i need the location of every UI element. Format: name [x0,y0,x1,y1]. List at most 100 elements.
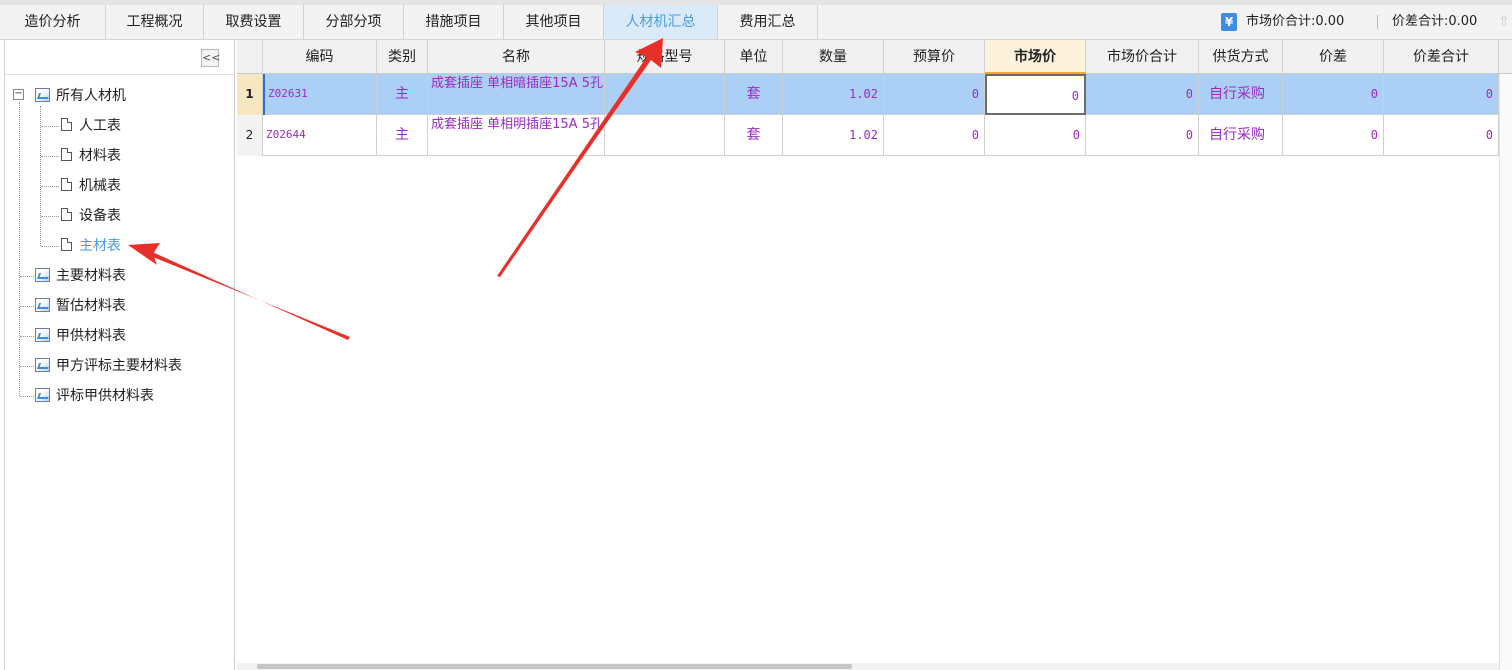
cell-spec[interactable] [605,115,725,156]
tree-connector [40,106,41,246]
header-corner [237,40,263,74]
horizontal-scrollbar[interactable] [237,663,1499,670]
tree-connector [20,306,34,307]
tree-item-provisional-materials[interactable]: 暂估材料表 [35,295,126,317]
tree-item-material[interactable]: 材料表 [61,145,121,167]
header-diff-total[interactable]: 价差合计 [1384,40,1499,74]
tree-item-label: 主材表 [79,238,121,254]
cell-price-diff[interactable]: 0 [1283,115,1384,156]
tab-fee-summary[interactable]: 费用汇总 [718,5,818,39]
header-market-price[interactable]: 市场价 [985,40,1086,74]
cell-price-diff[interactable]: 0 [1283,74,1384,115]
cell-market-total[interactable]: 0 [1086,115,1199,156]
cell-spec[interactable] [605,74,725,115]
page-icon [61,208,72,221]
market-price-total: 市场价合计:0.00 [1246,14,1345,29]
row-number[interactable]: 2 [237,115,263,156]
tree-item-key-materials[interactable]: 主要材料表 [35,265,126,287]
header-budget-price[interactable]: 预算价 [884,40,985,74]
collapse-panel-button[interactable]: << [201,49,220,67]
header-supply-method[interactable]: 供货方式 [1199,40,1283,74]
header-category[interactable]: 类别 [377,40,428,74]
tree-item-main-material[interactable]: 主材表 [61,235,121,257]
report-icon [35,298,50,312]
cell-name[interactable]: 成套插座 单相明插座15A 5孔 [428,115,605,156]
tree-item-label: 材料表 [79,148,121,164]
cell-quantity[interactable]: 1.02 [783,74,884,115]
collapse-toggle-icon[interactable]: − [13,89,24,100]
page-icon [61,238,72,251]
tree-item-label: 设备表 [79,208,121,224]
tree-connector [20,396,34,397]
header-name[interactable]: 名称 [428,40,605,74]
cell-supply-method[interactable]: 自行采购 [1199,115,1283,156]
tree-item-label: 甲方评标主要材料表 [56,358,182,374]
tree-item-machinery[interactable]: 机械表 [61,175,121,197]
header-quantity[interactable]: 数量 [783,40,884,74]
tab-other-items[interactable]: 其他项目 [504,5,604,39]
header-market-total[interactable]: 市场价合计 [1086,40,1199,74]
tab-project-overview[interactable]: 工程概况 [106,5,204,39]
cell-unit[interactable]: 套 [725,115,783,156]
tab-measures[interactable]: 措施项目 [404,5,504,39]
cell-unit[interactable]: 套 [725,74,783,115]
report-icon [35,388,50,402]
grid-header: 编码 类别 名称 规格型号 单位 数量 预算价 市场价 市场价合计 供货方式 价… [237,40,1512,74]
yen-icon: ¥ [1221,13,1237,31]
table-row[interactable]: 2 Z02644 主 成套插座 单相明插座15A 5孔 套 1.02 0 0 0… [237,115,1499,156]
tree-connector [20,336,34,337]
tree-connector [41,216,59,217]
tree-item-label: 暂估材料表 [56,298,126,314]
table-row[interactable]: 1 Z02631 主 成套插座 单相暗插座15A 5孔 套 1.02 0 0 0… [237,74,1499,115]
cell-code[interactable]: Z02631 [263,74,377,115]
cell-category[interactable]: 主 [377,115,428,156]
cell-budget-price[interactable]: 0 [884,115,985,156]
tree-item-label: 机械表 [79,178,121,194]
tree-item-label: 甲供材料表 [56,328,126,344]
page-icon [61,118,72,131]
tree-item-bid-owner-supplied[interactable]: 评标甲供材料表 [35,385,154,407]
tree-item-label: 评标甲供材料表 [56,388,154,404]
header-price-diff[interactable]: 价差 [1283,40,1384,74]
tree-connector [20,276,34,277]
panel-divider [5,74,234,75]
tab-sections[interactable]: 分部分项 [304,5,404,39]
cell-diff-total[interactable]: 0 [1384,74,1499,115]
market-price-input[interactable]: 0 [985,74,1086,115]
arrow-up-icon[interactable]: ⇧ [1498,13,1510,31]
cell-diff-total[interactable]: 0 [1384,115,1499,156]
tab-cost-analysis[interactable]: 造价分析 [0,5,106,39]
scrollbar-thumb[interactable] [257,664,852,669]
header-unit[interactable]: 单位 [725,40,783,74]
cell-code[interactable]: Z02644 [263,115,377,156]
tree-item-equipment[interactable]: 设备表 [61,205,121,227]
vertical-scrollbar[interactable] [1499,74,1512,670]
report-icon [35,88,50,102]
cell-budget-price[interactable]: 0 [884,74,985,115]
cell-supply-method[interactable]: 自行采购 [1199,74,1283,115]
tree-item-label: 所有人材机 [56,88,126,104]
cell-category[interactable]: 主 [377,74,428,115]
report-icon [35,358,50,372]
tree-item-bid-key-materials[interactable]: 甲方评标主要材料表 [35,355,182,377]
tree-item-all-materials[interactable]: 所有人材机 [35,85,126,107]
cell-name[interactable]: 成套插座 单相暗插座15A 5孔 [428,74,605,115]
tree-item-owner-supplied[interactable]: 甲供材料表 [35,325,126,347]
summary-divider [1377,15,1378,29]
header-code[interactable]: 编码 [263,40,377,74]
cell-market-total[interactable]: 0 [1086,74,1199,115]
tree-connector [20,366,34,367]
tree-connector [41,156,59,157]
row-number[interactable]: 1 [237,74,263,115]
tree-connector [41,126,59,127]
tree-item-labor[interactable]: 人工表 [61,115,121,137]
cell-quantity[interactable]: 1.02 [783,115,884,156]
tab-labor-material-summary[interactable]: 人材机汇总 [604,5,718,39]
cell-market-price[interactable]: 0 [985,115,1086,156]
material-grid: 编码 类别 名称 规格型号 单位 数量 预算价 市场价 市场价合计 供货方式 价… [237,40,1512,670]
page-icon [61,148,72,161]
page-icon [61,178,72,191]
header-spec[interactable]: 规格型号 [605,40,725,74]
tab-fee-settings[interactable]: 取费设置 [204,5,304,39]
tree-item-label: 主要材料表 [56,268,126,284]
